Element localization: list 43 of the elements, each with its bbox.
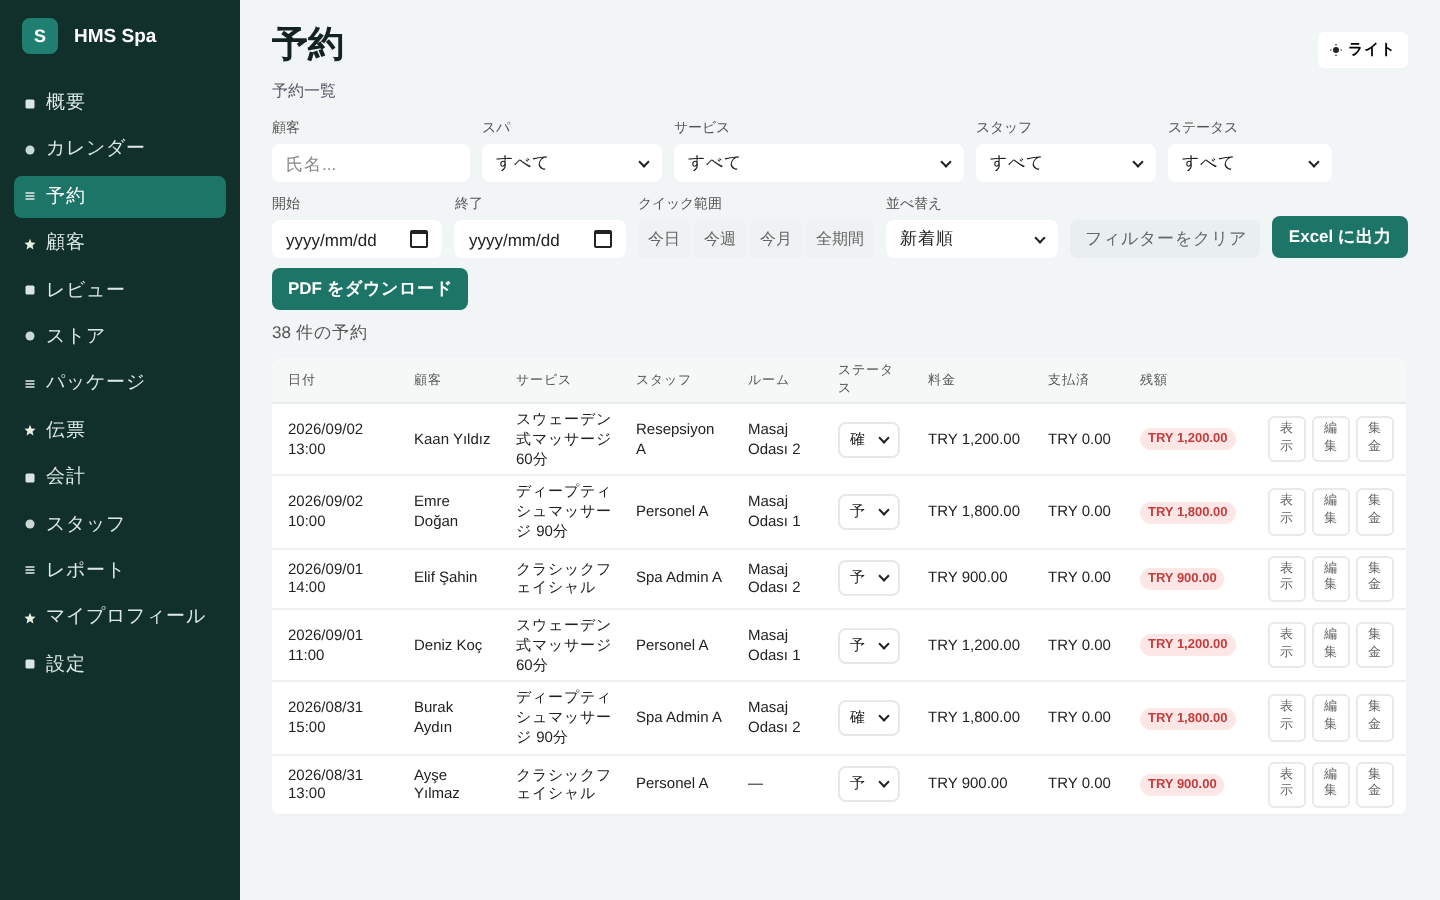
sidebar-item[interactable]: カレンダー [14, 128, 226, 171]
clear-filters-button[interactable]: フィルターをクリア [1070, 220, 1261, 258]
menu-item-icon [24, 658, 36, 671]
sidebar-item[interactable]: 概要 [14, 82, 226, 124]
sidebar-item[interactable]: 会計 [14, 456, 226, 499]
menu-item-icon [24, 190, 36, 203]
pdf-download-button[interactable]: PDF をダウンロード [272, 268, 469, 310]
menu-item-icon [24, 143, 36, 156]
spa-dropdown[interactable]: すべて [482, 144, 662, 182]
result-count: 38 件の予約 [272, 322, 370, 346]
customer-search-field[interactable]: 氏名... [272, 144, 470, 182]
brand-name: HMS Spa [74, 25, 157, 47]
sidebar-item[interactable]: 顧客 [14, 222, 226, 265]
menu-item-icon [24, 611, 36, 624]
page-subtitle: 予約一覧 [272, 80, 338, 102]
menu-item-icon [24, 518, 36, 531]
sidebar-item[interactable]: ストア [14, 315, 226, 358]
sidebar-item[interactable]: 設定 [14, 643, 226, 686]
start-date-field[interactable]: yyyy/mm/dd [272, 220, 443, 258]
staff-dropdown[interactable]: すべて [976, 144, 1156, 182]
page-title: 予約 [272, 22, 344, 68]
sort-dropdown[interactable]: 新着順 [885, 220, 1059, 258]
brand-logo: S [22, 18, 58, 54]
menu-item-icon [24, 471, 36, 484]
service-dropdown[interactable]: すべて [674, 144, 964, 182]
sidebar-item[interactable]: 予約 [14, 175, 226, 218]
menu-item-icon [24, 237, 36, 250]
sidebar-item[interactable]: 伝票 [14, 409, 226, 452]
menu-item-icon [24, 424, 36, 437]
sidebar-item[interactable]: レビュー [14, 269, 226, 312]
sidebar-item[interactable]: マイプロフィール [14, 596, 226, 639]
menu-item-icon [24, 284, 36, 297]
menu-item-icon [24, 564, 36, 577]
sidebar-item[interactable]: レポート [14, 549, 226, 592]
menu-item-icon [24, 377, 36, 390]
sun-icon [1330, 44, 1342, 56]
sidebar-item[interactable]: パッケージ [14, 362, 226, 405]
end-date-field[interactable]: yyyy/mm/dd [454, 220, 626, 258]
status-dropdown[interactable]: すべて [1168, 144, 1332, 182]
menu-item-icon [24, 97, 36, 109]
excel-export-button[interactable]: Excel に出力 [1272, 216, 1408, 258]
sidebar-item[interactable]: スタッフ [14, 503, 226, 546]
menu-item-icon [24, 330, 36, 343]
